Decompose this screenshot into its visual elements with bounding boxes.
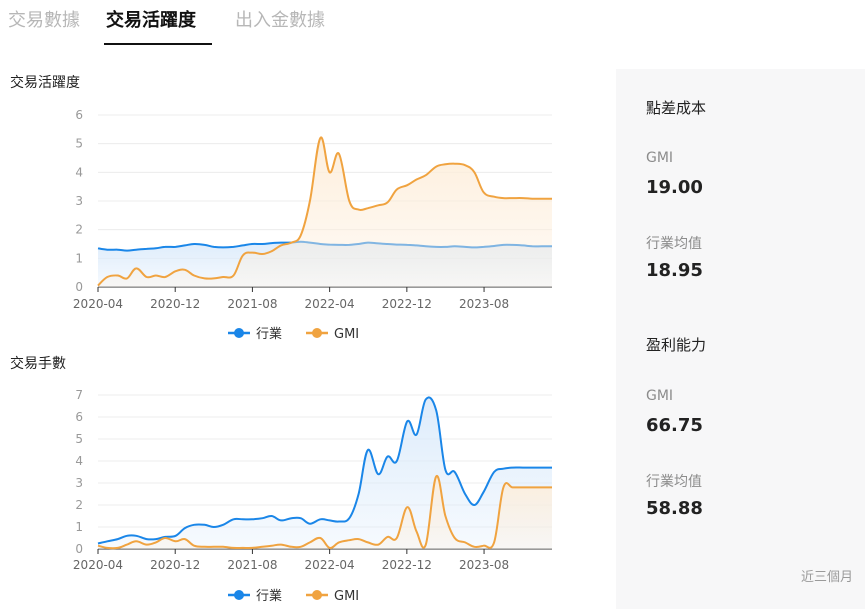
legend-label-gmi: GMI xyxy=(334,589,359,604)
x-tick-label: 2020-12 xyxy=(150,558,200,572)
active-tab-indicator xyxy=(104,43,212,45)
y-tick-label: 2 xyxy=(75,498,83,512)
lots-chart: 0 1 2 3 4 5 6 7 2020-04 2020-12 2021-08 2022-04 2022… xyxy=(73,388,552,604)
spread-gmi-value: 19.00 xyxy=(646,177,703,198)
y-tick-label: 1 xyxy=(75,520,83,534)
spread-cost-heading: 點差成本 xyxy=(646,99,707,117)
y-tick-label: 3 xyxy=(75,194,83,208)
legend-marker-industry xyxy=(234,590,244,600)
legend-label-industry: 行業 xyxy=(256,588,282,604)
tab-deposit-withdrawal[interactable]: 出入金數據 xyxy=(235,6,325,32)
chart-title-activity: 交易活躍度 xyxy=(10,75,80,91)
x-tick-label: 2022-04 xyxy=(305,558,355,572)
y-tick-label: 7 xyxy=(75,388,83,402)
activity-chart: 0 1 2 3 4 5 6 2020-04 2020-12 2021-08 2022-04 2022-… xyxy=(73,108,552,342)
profit-industry-label: 行業均值 xyxy=(646,474,702,490)
profit-industry-value: 58.88 xyxy=(646,498,703,519)
chart-title-lots: 交易手數 xyxy=(10,356,66,372)
x-tick-label: 2023-08 xyxy=(459,558,509,572)
x-tick-label: 2022-04 xyxy=(305,297,355,311)
y-tick-label: 1 xyxy=(75,251,83,265)
legend-marker-gmi xyxy=(312,328,322,338)
x-tick-label: 2021-08 xyxy=(227,297,277,311)
y-tick-label: 6 xyxy=(75,108,83,122)
side-panel: 點差成本 GMI 19.00 行業均值 18.95 盈利能力 GMI 66.75… xyxy=(616,69,865,609)
x-tick-label: 2022-12 xyxy=(382,558,432,572)
tab-trading-activity[interactable]: 交易活躍度 xyxy=(106,6,196,32)
y-tick-label: 0 xyxy=(75,542,83,556)
period-note: 近三個月 xyxy=(800,570,853,585)
x-tick-label: 2020-04 xyxy=(73,558,123,572)
spread-gmi-label: GMI xyxy=(646,150,674,166)
y-tick-label: 5 xyxy=(75,432,83,446)
legend-marker-industry xyxy=(234,328,244,338)
profitability-heading: 盈利能力 xyxy=(646,336,707,354)
x-tick-label: 2020-12 xyxy=(150,297,200,311)
x-tick-label: 2022-12 xyxy=(382,297,432,311)
x-tick-label: 2023-08 xyxy=(459,297,509,311)
x-tick-label: 2020-04 xyxy=(73,297,123,311)
y-tick-label: 4 xyxy=(75,454,83,468)
y-tick-label: 4 xyxy=(75,165,83,179)
legend-label-industry: 行業 xyxy=(256,326,282,342)
tab-trading-data[interactable]: 交易數據 xyxy=(8,6,80,32)
y-tick-label: 2 xyxy=(75,223,83,237)
spread-industry-value: 18.95 xyxy=(646,260,703,281)
legend-marker-gmi xyxy=(312,590,322,600)
profit-gmi-value: 66.75 xyxy=(646,415,703,436)
series-area-industry xyxy=(98,397,552,549)
spread-industry-label: 行業均值 xyxy=(646,236,702,252)
tab-bar: 交易數據 交易活躍度 出入金數據 xyxy=(0,0,600,48)
y-tick-label: 3 xyxy=(75,476,83,490)
y-tick-label: 5 xyxy=(75,137,83,151)
x-tick-label: 2021-08 xyxy=(227,558,277,572)
y-tick-label: 0 xyxy=(75,280,83,294)
legend-label-gmi: GMI xyxy=(334,327,359,342)
profit-gmi-label: GMI xyxy=(646,388,674,404)
y-tick-label: 6 xyxy=(75,410,83,424)
